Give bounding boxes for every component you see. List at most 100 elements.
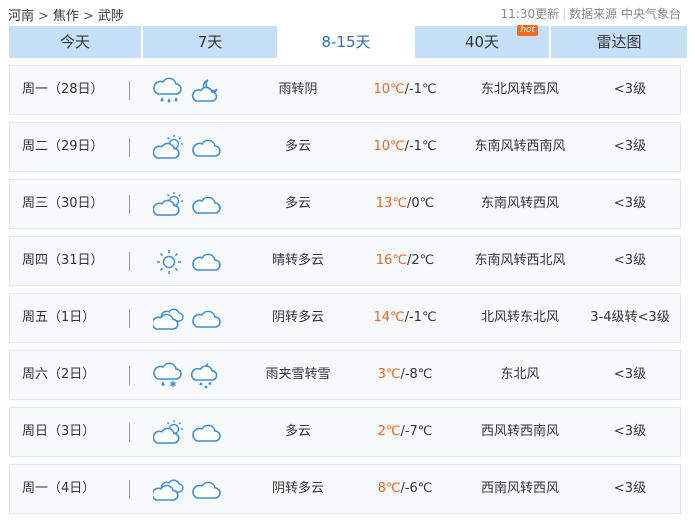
temperature: 10℃/-1℃ (373, 82, 437, 97)
forecast-tabs: 今天 7天 8-15天 40天 hot 雷达图 (9, 25, 687, 58)
divider (129, 309, 130, 328)
divider (129, 81, 130, 100)
source-name: 中央气象台 (620, 7, 681, 21)
temp-low: -8℃ (404, 367, 433, 382)
forecast-row: 周二（29日） 多云 10℃/-1℃ 东南风转西南风 <3级 (9, 122, 681, 172)
overcast-icon (153, 476, 185, 504)
forecast-row: 周一（4日） 阴转多云 8℃/-6℃ 西南风转西风 <3级 (9, 464, 681, 514)
cloud-icon (191, 419, 223, 447)
wind-level: <3级 (613, 481, 647, 496)
cloud-snow-icon (191, 362, 223, 390)
tab-label: 40天 (464, 33, 500, 51)
cloud-icon (191, 305, 223, 333)
breadcrumb-county: 武陟 (97, 9, 124, 24)
sun-icon (153, 248, 185, 276)
forecast-day: 周一（4日） (22, 481, 96, 496)
overcast-icon (153, 305, 185, 333)
temp-high: 8℃ (377, 481, 401, 496)
weather-condition: 阴转多云 (271, 481, 324, 496)
temp-high: 16℃ (375, 253, 407, 268)
weather-condition: 晴转多云 (271, 253, 324, 268)
breadcrumb-city[interactable]: 焦作 (53, 9, 79, 24)
breadcrumb-province[interactable]: 河南 (8, 9, 34, 24)
wind-direction: 东南风转西北风 (474, 253, 566, 268)
tab-7-days[interactable]: 7天 (143, 26, 277, 58)
breadcrumb: 河南 > 焦作 > 武陟 (8, 5, 124, 24)
temp-high: 10℃ (373, 82, 405, 97)
weather-condition: 阴转多云 (271, 310, 324, 325)
tab-label: 8-15天 (321, 33, 371, 51)
forecast-day: 周五（1日） (22, 310, 96, 325)
wind-direction: 北风转东北风 (480, 310, 559, 325)
cloud-icon (191, 476, 223, 504)
tab-today[interactable]: 今天 (9, 26, 141, 58)
wind-direction: 东北风 (500, 367, 540, 382)
divider (129, 195, 130, 214)
temp-low: -6℃ (404, 481, 433, 496)
temp-high: 13℃ (375, 196, 407, 211)
forecast-day: 周二（29日） (22, 139, 104, 154)
forecast-row: 周三（30日） 多云 13℃/0℃ 东南风转西风 <3级 (9, 179, 681, 229)
temperature: 13℃/0℃ (375, 196, 435, 211)
temp-low: -1℃ (408, 310, 437, 325)
divider (129, 138, 130, 157)
tab-label: 今天 (59, 33, 90, 51)
weather-condition: 雨转阴 (278, 82, 318, 97)
wind-direction: 东北风转西风 (480, 82, 559, 97)
wind-direction: 东南风转西风 (480, 196, 559, 211)
temp-low: 2℃ (411, 253, 435, 268)
sleet-icon (153, 362, 185, 390)
breadcrumb-separator: > (82, 9, 94, 24)
forecast-day: 周六（2日） (22, 367, 96, 382)
temp-low: -1℃ (408, 139, 437, 154)
tab-label: 7天 (197, 33, 223, 51)
cloud-icon (191, 134, 223, 162)
wind-direction: 西南风转西风 (480, 481, 559, 496)
sun-cloud-icon (153, 191, 185, 219)
tab-label: 雷达图 (596, 33, 642, 51)
divider (129, 423, 130, 442)
forecast-day: 周日（3日） (22, 424, 96, 439)
temp-high: 3℃ (377, 367, 401, 382)
forecast-day: 周四（31日） (22, 253, 104, 268)
hot-badge: hot (517, 25, 538, 36)
forecast-row: 周四（31日） 晴转多云 16℃/2℃ 东南风转西北风 <3级 (9, 236, 681, 286)
weather-condition: 多云 (284, 424, 311, 439)
forecast-row: 周五（1日） 阴转多云 14℃/-1℃ 北风转东北风 3-4级转<3级 (9, 293, 681, 343)
temperature: 16℃/2℃ (375, 253, 435, 268)
meta-divider: | (562, 7, 567, 21)
forecast-day: 周一（28日） (22, 82, 104, 97)
tab-40-days[interactable]: 40天 hot (415, 25, 549, 58)
divider (129, 252, 130, 271)
divider (129, 480, 130, 499)
divider (129, 366, 130, 385)
wind-level: <3级 (613, 139, 647, 154)
temperature: 2℃/-7℃ (377, 424, 433, 439)
temp-low: -1℃ (408, 82, 437, 97)
wind-direction: 东南风转西南风 (474, 139, 566, 154)
temp-high: 10℃ (373, 139, 405, 154)
wind-level: <3级 (613, 253, 647, 268)
top-bar: 河南 > 焦作 > 武陟 11:30更新 | 数据来源 中央气象台 (0, 0, 695, 26)
wind-level: <3级 (613, 424, 647, 439)
cloud-icon (191, 191, 223, 219)
moon-cloud-icon (191, 77, 223, 105)
temperature: 14℃/-1℃ (373, 310, 437, 325)
forecast-row: 周六（2日） 雨夹雪转雪 3℃/-8℃ 东北风 <3级 (9, 350, 681, 400)
forecast-row: 周一（28日） 雨转阴 10℃/-1℃ 东北风转西风 <3级 (9, 65, 681, 115)
tab-8-15-days[interactable]: 8-15天 (279, 26, 413, 58)
breadcrumb-separator: > (38, 9, 49, 24)
temperature: 10℃/-1℃ (373, 139, 437, 154)
temperature: 3℃/-8℃ (377, 367, 433, 382)
wind-level: <3级 (613, 367, 647, 382)
cloud-rain-icon (153, 77, 185, 105)
temp-low: -7℃ (404, 424, 433, 439)
forecast-day: 周三（30日） (22, 196, 104, 211)
wind-level: <3级 (613, 82, 647, 97)
tab-radar[interactable]: 雷达图 (551, 26, 687, 58)
temp-high: 14℃ (373, 310, 405, 325)
forecast-row: 周日（3日） 多云 2℃/-7℃ 西风转西南风 <3级 (9, 407, 681, 457)
update-time: 11:30更新 (500, 7, 560, 21)
sun-cloud-icon (153, 134, 185, 162)
temp-high: 2℃ (377, 424, 401, 439)
